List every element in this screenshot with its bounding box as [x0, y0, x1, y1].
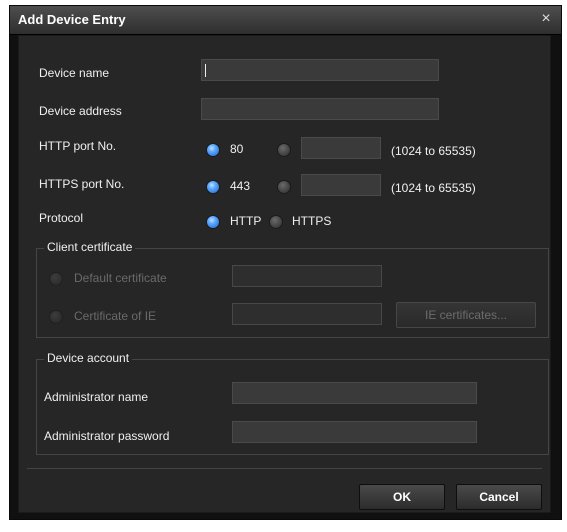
- protocol-http-radio[interactable]: [206, 215, 220, 229]
- administrator-name-input[interactable]: [233, 383, 476, 403]
- certificate-of-ie-field: [232, 303, 382, 325]
- footer-separator: [27, 468, 542, 469]
- http-port-custom-field[interactable]: [301, 137, 381, 159]
- default-certificate-radio[interactable]: [49, 272, 63, 286]
- dialog-title: Add Device Entry: [18, 12, 126, 27]
- dialog-content: Device name Device address HTTP port No.…: [18, 35, 551, 513]
- add-device-entry-dialog: Add Device Entry × Device name Device ad…: [9, 5, 562, 520]
- dialog-title-bar[interactable]: Add Device Entry ×: [10, 6, 561, 35]
- close-icon[interactable]: ×: [537, 10, 555, 28]
- ok-button[interactable]: OK: [359, 484, 445, 510]
- https-port-custom-radio[interactable]: [277, 180, 291, 194]
- device-address-input[interactable]: [202, 99, 438, 119]
- http-port-range-hint: (1024 to 65535): [391, 144, 476, 158]
- certificate-of-ie-label: Certificate of IE: [74, 309, 157, 323]
- device-name-input[interactable]: [202, 60, 438, 80]
- protocol-http-label: HTTP: [230, 214, 262, 228]
- default-certificate-label: Default certificate: [74, 271, 167, 285]
- device-name-field[interactable]: [201, 59, 439, 81]
- ie-certificates-button[interactable]: IE certificates...: [396, 302, 536, 328]
- device-address-field[interactable]: [201, 98, 439, 120]
- http-port-label: HTTP port No.: [39, 139, 117, 153]
- https-port-default-radio[interactable]: [206, 180, 220, 194]
- cancel-button[interactable]: Cancel: [456, 484, 542, 510]
- default-certificate-field: [232, 265, 382, 287]
- administrator-name-field[interactable]: [232, 382, 477, 404]
- client-certificate-legend: Client certificate: [44, 240, 136, 254]
- administrator-name-label: Administrator name: [44, 390, 149, 404]
- administrator-password-input[interactable]: [233, 422, 476, 442]
- http-port-default-radio[interactable]: [206, 143, 220, 157]
- https-port-custom-field[interactable]: [301, 174, 381, 196]
- http-port-custom-input[interactable]: [302, 138, 380, 158]
- certificate-of-ie-radio[interactable]: [49, 310, 63, 324]
- administrator-password-label: Administrator password: [44, 429, 170, 443]
- device-name-label: Device name: [39, 66, 110, 80]
- https-port-label: HTTPS port No.: [39, 177, 125, 191]
- https-port-default-value: 443: [230, 179, 251, 193]
- text-caret: [205, 64, 206, 77]
- http-port-default-value: 80: [230, 142, 244, 156]
- http-port-custom-radio[interactable]: [277, 143, 291, 157]
- administrator-password-field[interactable]: [232, 421, 477, 443]
- https-port-custom-input[interactable]: [302, 175, 380, 195]
- device-address-label: Device address: [39, 104, 122, 118]
- protocol-label: Protocol: [39, 211, 84, 225]
- protocol-https-label: HTTPS: [292, 214, 332, 228]
- protocol-https-radio[interactable]: [269, 215, 283, 229]
- https-port-range-hint: (1024 to 65535): [391, 181, 476, 195]
- device-account-legend: Device account: [44, 351, 133, 365]
